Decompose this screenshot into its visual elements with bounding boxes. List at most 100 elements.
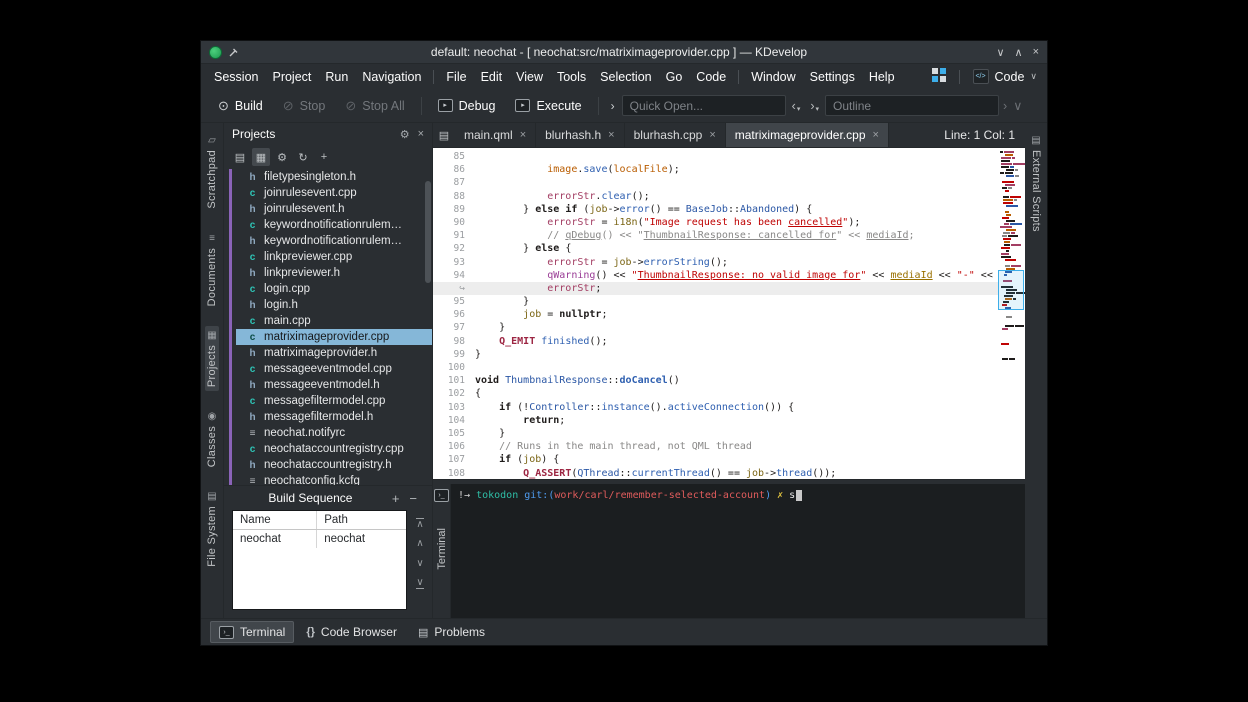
- dock-tab-external-scripts[interactable]: ▤External Scripts: [1029, 131, 1043, 236]
- code-line[interactable]: 99}: [433, 348, 998, 361]
- tree-item[interactable]: hkeywordnotificationrulem…: [236, 233, 432, 249]
- code-line[interactable]: 87: [433, 176, 998, 189]
- menu-edit[interactable]: Edit: [474, 67, 510, 87]
- code-line[interactable]: 97 }: [433, 321, 998, 334]
- titlebar[interactable]: default: neochat - [ neochat:src/matrixi…: [201, 41, 1047, 64]
- code-line[interactable]: 90 errorStr = i18n("Image request has be…: [433, 216, 998, 229]
- code-line[interactable]: 93 errorStr = job->errorString();: [433, 256, 998, 269]
- maximize-button[interactable]: ∧: [1015, 46, 1023, 59]
- menu-session[interactable]: Session: [207, 67, 265, 87]
- menu-go[interactable]: Go: [659, 67, 690, 87]
- move-up-icon[interactable]: ∧: [416, 538, 423, 549]
- move-to-bottom-icon[interactable]: ∨: [416, 578, 423, 589]
- tree-item[interactable]: cneochataccountregistry.cpp: [236, 441, 432, 457]
- code-line[interactable]: 86 image.save(localFile);: [433, 163, 998, 176]
- pin-icon[interactable]: [228, 47, 239, 58]
- code-line[interactable]: 96 job = nullptr;: [433, 308, 998, 321]
- code-line[interactable]: 103 if (!Controller::instance().activeCo…: [433, 401, 998, 414]
- code-line[interactable]: 101void ThumbnailResponse::doCancel(): [433, 374, 998, 387]
- code-line[interactable]: 106 // Runs in the main thread, not QML …: [433, 440, 998, 453]
- dock-tab-documents[interactable]: ≡Documents: [205, 229, 219, 310]
- reload-icon[interactable]: ↻: [294, 148, 312, 166]
- nav-back-button[interactable]: ‹▾: [788, 97, 805, 115]
- code-line[interactable]: 107 if (job) {: [433, 453, 998, 466]
- tree-item[interactable]: cmatriximageprovider.cpp: [236, 329, 432, 345]
- toolbar-more-button[interactable]: ›: [1003, 99, 1007, 113]
- menu-view[interactable]: View: [509, 67, 550, 87]
- tree-item[interactable]: cmessageeventmodel.cpp: [236, 361, 432, 377]
- tab-close-icon[interactable]: ×: [873, 129, 879, 141]
- code-line[interactable]: 95 }: [433, 295, 998, 308]
- menu-tools[interactable]: Tools: [550, 67, 593, 87]
- menu-code[interactable]: Code: [689, 67, 733, 87]
- code-line[interactable]: ↪ errorStr;: [433, 282, 998, 295]
- build-sequence-table[interactable]: NamePathneochatneochat: [232, 510, 407, 610]
- editor-tab-blurhash-cpp[interactable]: blurhash.cpp×: [625, 123, 726, 147]
- tree-item[interactable]: hmessagefiltermodel.h: [236, 409, 432, 425]
- tree-item[interactable]: hneochataccountregistry.h: [236, 457, 432, 473]
- tree-item[interactable]: ≡neochatconfig.kcfg: [236, 473, 432, 485]
- tree-item[interactable]: hlogin.h: [236, 297, 432, 313]
- tree-item[interactable]: ckeywordnotificationrulem…: [236, 217, 432, 233]
- menu-selection[interactable]: Selection: [593, 67, 658, 87]
- dock-tab-scratchpad[interactable]: ▱Scratchpad: [205, 131, 219, 213]
- menu-navigation[interactable]: Navigation: [355, 67, 428, 87]
- stop-button[interactable]: ⊘ Stop: [274, 94, 335, 118]
- menu-settings[interactable]: Settings: [803, 67, 862, 87]
- tree-item[interactable]: hfiletypesingleton.h: [236, 169, 432, 185]
- add-icon[interactable]: +: [315, 148, 333, 166]
- code-line[interactable]: 98 Q_EMIT finished();: [433, 335, 998, 348]
- tree-item[interactable]: hmessageeventmodel.h: [236, 377, 432, 393]
- terminal-cursor[interactable]: [796, 490, 802, 501]
- toolbar-expander[interactable]: ›: [606, 95, 620, 117]
- code-line[interactable]: 91 // qDebug() << "ThumbnailResponse: ca…: [433, 229, 998, 242]
- tree-item[interactable]: cmain.cpp: [236, 313, 432, 329]
- menu-file[interactable]: File: [439, 67, 473, 87]
- code-line[interactable]: 100: [433, 361, 998, 374]
- code-line[interactable]: 94 qWarning() << "ThumbnailResponse: no …: [433, 269, 998, 282]
- list-view-icon[interactable]: ▦: [252, 148, 270, 166]
- tree-item[interactable]: clinkpreviewer.cpp: [236, 249, 432, 265]
- tree-item[interactable]: ≡neochat.notifyrc: [236, 425, 432, 441]
- shade-button[interactable]: ∨: [996, 46, 1004, 59]
- execute-button[interactable]: ▸ Execute: [506, 95, 590, 117]
- move-down-icon[interactable]: ∨: [416, 558, 423, 569]
- tree-item[interactable]: hjoinrulesevent.h: [236, 201, 432, 217]
- tab-close-icon[interactable]: ×: [520, 129, 526, 141]
- open-project-icon[interactable]: ▤: [231, 148, 249, 166]
- remove-from-build-icon[interactable]: −: [404, 491, 422, 506]
- table-row[interactable]: neochatneochat: [233, 530, 406, 548]
- menu-window[interactable]: Window: [744, 67, 802, 87]
- outline-input[interactable]: [825, 95, 999, 116]
- tree-item[interactable]: clogin.cpp: [236, 281, 432, 297]
- editor-tab-blurhash-h[interactable]: blurhash.h×: [536, 123, 624, 147]
- editor-tab-matriximageprovider-cpp[interactable]: matriximageprovider.cpp×: [726, 123, 889, 147]
- documents-list-icon[interactable]: ▤: [433, 123, 455, 147]
- menu-help[interactable]: Help: [862, 67, 902, 87]
- editor-tab-main-qml[interactable]: main.qml×: [455, 123, 536, 147]
- quick-open-input[interactable]: [622, 95, 786, 116]
- tree-item[interactable]: hlinkpreviewer.h: [236, 265, 432, 281]
- code-view[interactable]: 8586 image.save(localFile);8788 errorStr…: [433, 148, 998, 479]
- code-line[interactable]: 88 errorStr.clear();: [433, 190, 998, 203]
- debug-button[interactable]: ▸ Debug: [429, 95, 505, 117]
- code-line[interactable]: 104 return;: [433, 414, 998, 427]
- toolbar-dropdown-button[interactable]: ∨: [1013, 98, 1022, 113]
- code-line[interactable]: 105 }: [433, 427, 998, 440]
- close-icon[interactable]: ×: [418, 128, 424, 140]
- nav-forward-button[interactable]: ›▾: [806, 97, 823, 115]
- minimap[interactable]: [998, 148, 1025, 479]
- terminal-tab-label[interactable]: Terminal: [436, 528, 448, 570]
- code-line[interactable]: 102{: [433, 387, 998, 400]
- code-line[interactable]: 85: [433, 150, 998, 163]
- statusbar-problems[interactable]: ▤Problems: [409, 621, 494, 643]
- add-to-build-icon[interactable]: +: [387, 491, 405, 506]
- statusbar-terminal[interactable]: ›_Terminal: [210, 621, 294, 643]
- tab-close-icon[interactable]: ×: [709, 129, 715, 141]
- minimap-viewport[interactable]: [998, 270, 1024, 310]
- dock-tab-projects[interactable]: ▦Projects: [205, 326, 219, 391]
- statusbar-code-browser[interactable]: {}Code Browser: [297, 621, 406, 643]
- code-line[interactable]: 92 } else {: [433, 242, 998, 255]
- area-switcher-icon[interactable]: [932, 68, 946, 85]
- tree-item[interactable]: cjoinrulesevent.cpp: [236, 185, 432, 201]
